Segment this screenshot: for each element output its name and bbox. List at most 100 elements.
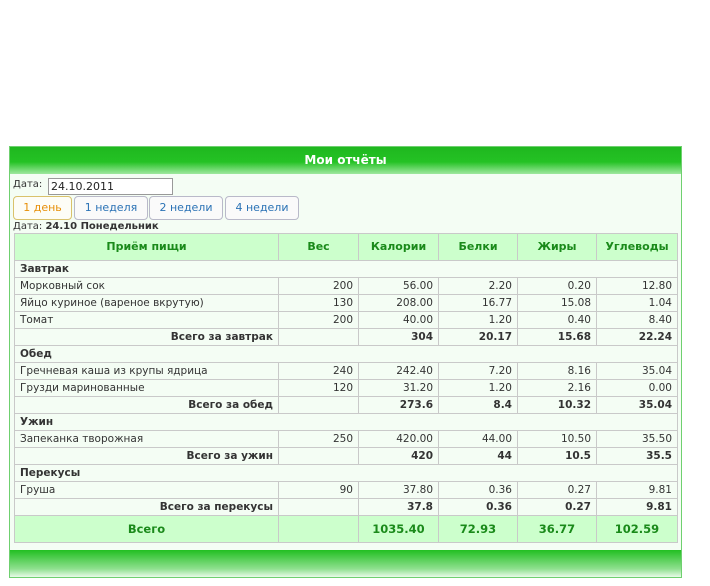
food-calories: 40.00 bbox=[358, 311, 439, 329]
subtotal-protein: 8.4 bbox=[438, 396, 518, 414]
grand-total-weight bbox=[278, 515, 359, 543]
grand-total-label: Всего bbox=[14, 515, 279, 543]
panel-footer-bar bbox=[10, 550, 681, 577]
panel-title: Мои отчёты bbox=[10, 147, 681, 174]
grand-total-calories: 1035.40 bbox=[358, 515, 439, 543]
food-name: Томат bbox=[14, 311, 279, 329]
table-row: Морковный сок 200 56.00 2.20 0.20 12.80 bbox=[14, 277, 678, 295]
subtotal-label: Всего за завтрак bbox=[14, 328, 279, 346]
food-weight: 200 bbox=[278, 311, 359, 329]
subtotal-calories: 273.6 bbox=[358, 396, 439, 414]
tab-4-weeks[interactable]: 4 недели bbox=[225, 196, 299, 220]
food-calories: 56.00 bbox=[358, 277, 439, 295]
food-protein: 1.20 bbox=[438, 311, 518, 329]
food-protein: 44.00 bbox=[438, 430, 518, 448]
table-row: Гречневая каша из крупы ядрица 240 242.4… bbox=[14, 362, 678, 380]
food-name: Гречневая каша из крупы ядрица bbox=[14, 362, 279, 380]
subtotal-fat: 10.5 bbox=[517, 447, 597, 465]
grand-total-row: Всего 1035.40 72.93 36.77 102.59 bbox=[14, 515, 678, 543]
subtotal-row: Всего за завтрак 304 20.17 15.68 22.24 bbox=[14, 328, 678, 346]
table-row: Грузди маринованные 120 31.20 1.20 2.16 … bbox=[14, 379, 678, 397]
food-carbs: 1.04 bbox=[596, 294, 678, 312]
food-carbs: 8.40 bbox=[596, 311, 678, 329]
column-header-protein: Белки bbox=[438, 233, 518, 261]
nutrition-report-table: Приём пищи Вес Калории Белки Жиры Углево… bbox=[14, 233, 678, 543]
food-fat: 8.16 bbox=[517, 362, 597, 380]
food-carbs: 35.04 bbox=[596, 362, 678, 380]
subtotal-carbs: 35.5 bbox=[596, 447, 678, 465]
report-date: Дата: 24.10 Понедельник bbox=[13, 221, 159, 232]
food-weight: 90 bbox=[278, 481, 359, 499]
subtotal-carbs: 35.04 bbox=[596, 396, 678, 414]
meal-name: Завтрак bbox=[14, 260, 678, 278]
food-carbs: 9.81 bbox=[596, 481, 678, 499]
column-header-calories: Калории bbox=[358, 233, 439, 261]
food-weight: 200 bbox=[278, 277, 359, 295]
food-calories: 31.20 bbox=[358, 379, 439, 397]
meal-group-row: Перекусы bbox=[14, 464, 678, 482]
tab-1-day[interactable]: 1 день bbox=[13, 196, 72, 220]
report-date-value: 24.10 Понедельник bbox=[45, 221, 159, 232]
subtotal-protein: 20.17 bbox=[438, 328, 518, 346]
food-protein: 16.77 bbox=[438, 294, 518, 312]
table-row: Яйцо куриное (вареное вкрутую) 130 208.0… bbox=[14, 294, 678, 312]
subtotal-weight bbox=[278, 396, 359, 414]
subtotal-fat: 0.27 bbox=[517, 498, 597, 516]
tab-1-week[interactable]: 1 неделя bbox=[74, 196, 148, 220]
food-weight: 250 bbox=[278, 430, 359, 448]
food-calories: 37.80 bbox=[358, 481, 439, 499]
table-row: Груша 90 37.80 0.36 0.27 9.81 bbox=[14, 481, 678, 499]
table-header-row: Приём пищи Вес Калории Белки Жиры Углево… bbox=[14, 233, 678, 261]
date-label: Дата: bbox=[13, 179, 43, 190]
food-fat: 0.20 bbox=[517, 277, 597, 295]
reports-panel: Мои отчёты Дата: 1 день 1 неделя 2 недел… bbox=[9, 146, 682, 578]
column-header-meal: Приём пищи bbox=[14, 233, 279, 261]
subtotal-carbs: 9.81 bbox=[596, 498, 678, 516]
subtotal-weight bbox=[278, 447, 359, 465]
food-weight: 240 bbox=[278, 362, 359, 380]
food-name: Яйцо куриное (вареное вкрутую) bbox=[14, 294, 279, 312]
meal-name: Обед bbox=[14, 345, 678, 363]
food-fat: 0.40 bbox=[517, 311, 597, 329]
meal-group-row: Завтрак bbox=[14, 260, 678, 278]
column-header-fat: Жиры bbox=[517, 233, 597, 261]
subtotal-weight bbox=[278, 498, 359, 516]
meal-group-row: Ужин bbox=[14, 413, 678, 431]
food-weight: 130 bbox=[278, 294, 359, 312]
subtotal-fat: 10.32 bbox=[517, 396, 597, 414]
date-input[interactable] bbox=[48, 178, 173, 195]
food-carbs: 0.00 bbox=[596, 379, 678, 397]
food-calories: 242.40 bbox=[358, 362, 439, 380]
subtotal-label: Всего за обед bbox=[14, 396, 279, 414]
subtotal-label: Всего за перекусы bbox=[14, 498, 279, 516]
subtotal-label: Всего за ужин bbox=[14, 447, 279, 465]
food-fat: 2.16 bbox=[517, 379, 597, 397]
meal-name: Ужин bbox=[14, 413, 678, 431]
subtotal-row: Всего за перекусы 37.8 0.36 0.27 9.81 bbox=[14, 498, 678, 516]
subtotal-protein: 44 bbox=[438, 447, 518, 465]
table-row: Томат 200 40.00 1.20 0.40 8.40 bbox=[14, 311, 678, 329]
food-weight: 120 bbox=[278, 379, 359, 397]
meal-group-row: Обед bbox=[14, 345, 678, 363]
food-calories: 208.00 bbox=[358, 294, 439, 312]
food-fat: 10.50 bbox=[517, 430, 597, 448]
meal-name: Перекусы bbox=[14, 464, 678, 482]
food-fat: 15.08 bbox=[517, 294, 597, 312]
subtotal-calories: 420 bbox=[358, 447, 439, 465]
subtotal-protein: 0.36 bbox=[438, 498, 518, 516]
food-fat: 0.27 bbox=[517, 481, 597, 499]
grand-total-protein: 72.93 bbox=[438, 515, 518, 543]
food-name: Морковный сок bbox=[14, 277, 279, 295]
subtotal-fat: 15.68 bbox=[517, 328, 597, 346]
grand-total-fat: 36.77 bbox=[517, 515, 597, 543]
food-carbs: 35.50 bbox=[596, 430, 678, 448]
food-protein: 7.20 bbox=[438, 362, 518, 380]
column-header-weight: Вес bbox=[278, 233, 359, 261]
food-name: Груша bbox=[14, 481, 279, 499]
tab-2-weeks[interactable]: 2 недели bbox=[149, 196, 223, 220]
food-protein: 2.20 bbox=[438, 277, 518, 295]
report-date-label: Дата: bbox=[13, 221, 43, 232]
subtotal-row: Всего за обед 273.6 8.4 10.32 35.04 bbox=[14, 396, 678, 414]
column-header-carbs: Углеводы bbox=[596, 233, 678, 261]
subtotal-calories: 304 bbox=[358, 328, 439, 346]
